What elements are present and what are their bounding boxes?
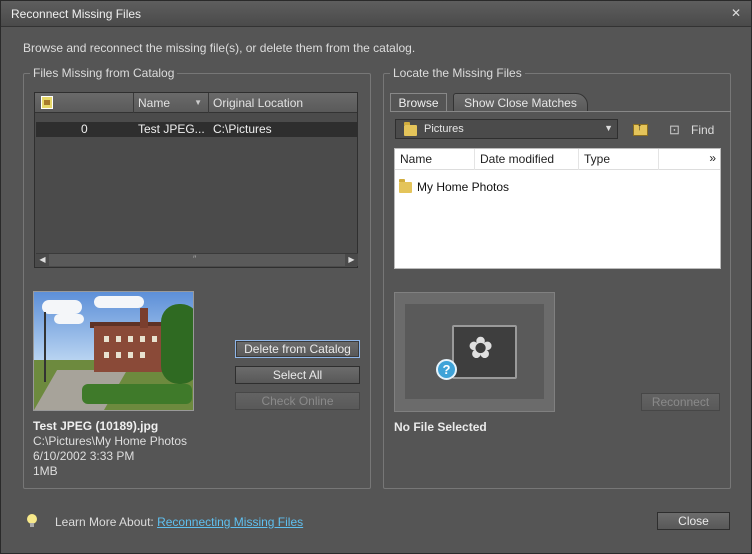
location-label: Pictures [424,123,464,135]
more-columns-icon[interactable]: » [709,151,716,165]
reconnect-button[interactable]: Reconnect [641,393,720,411]
locate-files-group-title: Locate the Missing Files [390,66,525,80]
missing-files-list[interactable]: Name ▼ Original Location 0 Test JPEG... … [34,92,358,268]
missing-file-thumbnail [33,291,194,411]
missing-files-list-header: Name ▼ Original Location [35,93,357,113]
image-icon [41,96,53,109]
row-location: C:\Pictures [213,122,272,136]
location-column-header[interactable]: Original Location [209,93,357,113]
browser-type-column[interactable]: Type [579,149,659,170]
browser-name-column[interactable]: Name [395,149,475,170]
chevron-down-icon: ▼ [604,123,613,133]
preview-status: No File Selected [394,420,487,434]
selected-file-path: C:\Pictures\My Home Photos [33,434,188,448]
scroll-right-icon[interactable]: ▶ [345,254,358,266]
learn-more: Learn More About: Reconnecting Missing F… [55,515,303,529]
location-column-label: Original Location [213,96,304,110]
preview-placeholder: ✿ ? [405,304,544,399]
find-button[interactable]: Find [691,123,714,137]
binoculars-icon[interactable]: ⊡ [669,123,685,137]
folder-icon [399,179,412,193]
missing-files-group-title: Files Missing from Catalog [30,66,178,80]
photo-placeholder-icon: ✿ [452,325,517,379]
tab-browse[interactable]: Browse [390,93,447,112]
selected-file-date: 6/10/2002 3:33 PM [33,449,135,463]
delete-from-catalog-button[interactable]: Delete from Catalog [235,340,360,358]
close-window-icon[interactable]: ✕ [731,6,741,20]
title-bar: Reconnect Missing Files ✕ [1,1,751,27]
selected-file-name: Test JPEG (10189).jpg [33,419,159,433]
scroll-left-icon[interactable]: ◀ [36,254,49,266]
flower-icon: ✿ [468,332,494,365]
learn-more-link[interactable]: Reconnecting Missing Files [157,515,303,529]
window-title: Reconnect Missing Files [11,7,142,21]
file-preview: ✿ ? [394,292,555,412]
table-row[interactable]: 0 Test JPEG... C:\Pictures [36,122,358,137]
check-online-button[interactable]: Check Online [235,392,360,410]
tab-divider [390,111,731,112]
horizontal-scrollbar[interactable]: ◀ ″ ▶ [36,253,358,266]
selected-file-size: 1MB [33,464,58,478]
folder-name: My Home Photos [417,180,510,194]
file-browser-header: Name Date modified Type » [395,149,720,170]
lightbulb-icon [27,514,37,527]
tab-show-close-matches[interactable]: Show Close Matches [453,93,588,112]
location-dropdown[interactable]: Pictures ▼ [395,119,618,139]
row-count: 0 [81,122,88,136]
file-browser[interactable]: Name Date modified Type » My Home Photos [394,148,721,269]
name-column-label: Name [138,96,171,110]
scroll-grip-icon[interactable]: ″ [193,254,196,265]
reconnect-dialog: Reconnect Missing Files ✕ Browse and rec… [0,0,752,554]
folder-icon [404,122,417,136]
up-folder-icon[interactable]: ↑ [633,122,648,136]
instructions-text: Browse and reconnect the missing file(s)… [23,41,416,55]
browser-date-column[interactable]: Date modified [475,149,579,170]
image-column-header[interactable] [35,93,134,113]
sort-down-icon: ▼ [194,98,202,107]
close-button[interactable]: Close [657,512,730,530]
question-mark-icon: ? [436,359,457,380]
selected-file-info: Test JPEG (10189).jpg C:\Pictures\My Hom… [33,419,187,479]
name-column-header[interactable]: Name ▼ [134,93,209,113]
row-file-name: Test JPEG... [138,122,205,136]
learn-more-label: Learn More About: [55,515,154,529]
select-all-button[interactable]: Select All [235,366,360,384]
